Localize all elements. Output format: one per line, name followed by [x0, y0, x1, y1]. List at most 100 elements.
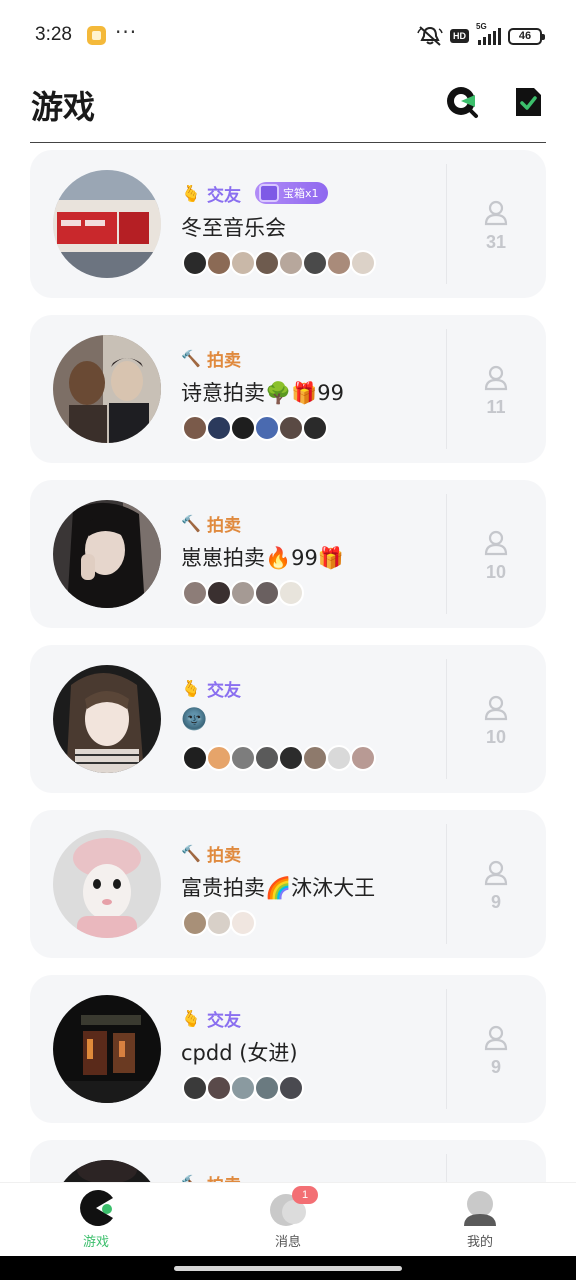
- member-avatar: [182, 580, 208, 606]
- member-avatar: [254, 745, 280, 771]
- card-divider: [446, 494, 447, 614]
- tab-messages[interactable]: 1 消息: [228, 1183, 348, 1257]
- auction-hammer-icon: 🔨: [181, 1174, 201, 1183]
- game-pacman-icon: [76, 1188, 116, 1228]
- room-tag-label: 拍卖: [207, 350, 241, 371]
- checkin-button[interactable]: [512, 85, 546, 119]
- member-avatar: [182, 910, 208, 936]
- room-avatar: [53, 830, 161, 938]
- person-icon: [484, 530, 508, 556]
- room-card[interactable]: 🔨 拍卖 富贵拍卖🌈沐沐大王 9: [30, 810, 546, 958]
- room-title: 🌚: [181, 707, 208, 731]
- online-count-number: 10: [485, 562, 507, 582]
- room-tag: 🔨 拍卖: [181, 840, 241, 866]
- card-divider: [446, 1154, 447, 1182]
- room-tag: 🔨 拍卖: [181, 510, 241, 536]
- member-avatar: [206, 1075, 232, 1101]
- room-title: cpdd (女进): [181, 1041, 298, 1065]
- muted-bell-icon: [417, 25, 443, 47]
- member-avatar: [302, 415, 328, 441]
- checkin-icon: [516, 88, 541, 116]
- status-time: 3:28: [35, 24, 72, 45]
- room-avatar: [53, 170, 161, 278]
- room-tag-label: 拍卖: [207, 845, 241, 866]
- social-tag-icon: 🫰: [181, 1008, 201, 1028]
- treasure-chest-icon: [259, 184, 279, 202]
- room-tag-label: 拍卖: [207, 515, 241, 536]
- room-tag: 🔨 拍卖: [181, 1170, 241, 1183]
- member-avatars: [182, 580, 304, 606]
- online-count-number: 9: [490, 892, 501, 912]
- unread-badge: 1: [292, 1186, 318, 1204]
- pacman-search-icon: [447, 87, 478, 118]
- member-avatars: [182, 910, 256, 936]
- battery-icon: 46: [508, 27, 545, 45]
- signal-icon: 5G: [476, 22, 501, 45]
- member-avatar: [254, 1075, 280, 1101]
- online-count-number: 9: [490, 1057, 501, 1077]
- member-avatars: [182, 1075, 304, 1101]
- social-tag-icon: 🫰: [181, 678, 201, 698]
- member-avatar: [278, 745, 304, 771]
- member-avatar: [278, 415, 304, 441]
- member-avatar: [302, 745, 328, 771]
- tab-profile[interactable]: 我的: [420, 1183, 540, 1257]
- status-indicators: HD 5G 46: [417, 22, 545, 47]
- profile-icon: [460, 1188, 500, 1228]
- room-card[interactable]: 🔨 拍卖 诗意拍卖🌳🎁99 11: [30, 315, 546, 463]
- member-avatar: [278, 580, 304, 606]
- member-avatar: [230, 415, 256, 441]
- room-tag-label: 交友: [207, 680, 241, 701]
- online-count-number: 10: [485, 727, 507, 747]
- member-avatar: [254, 580, 280, 606]
- header-divider: [30, 142, 546, 143]
- tab-game[interactable]: 游戏: [36, 1183, 156, 1257]
- more-notifications-icon: ···: [115, 20, 138, 44]
- card-divider: [446, 329, 447, 449]
- auction-hammer-icon: 🔨: [181, 843, 201, 863]
- hd-voice-badge: HD: [450, 29, 469, 43]
- online-count: 31: [470, 200, 522, 253]
- room-title: 诗意拍卖🌳🎁99: [181, 381, 345, 405]
- member-avatar: [278, 1075, 304, 1101]
- bottom-tab-bar: 游戏 1 消息 我的: [0, 1182, 576, 1256]
- online-count-number: 11: [486, 397, 506, 417]
- room-tag-label: 拍卖: [207, 1171, 241, 1183]
- person-icon: [484, 200, 508, 226]
- room-list[interactable]: 🫰 交友 宝箱x1 冬至音乐会 31 🔨 拍卖 诗意拍卖🌳🎁99 11 🔨 拍卖…: [30, 150, 546, 1182]
- member-avatar: [230, 745, 256, 771]
- member-avatars: [182, 250, 376, 276]
- room-card[interactable]: 🫰 交友 宝箱x1 冬至音乐会 31: [30, 150, 546, 298]
- member-avatar: [230, 910, 256, 936]
- search-room-button[interactable]: [445, 85, 479, 119]
- member-avatar: [326, 745, 352, 771]
- member-avatar: [278, 250, 304, 276]
- member-avatars: [182, 745, 376, 771]
- online-count: 9: [470, 860, 522, 913]
- notes-app-icon: [87, 26, 106, 45]
- status-bar: 3:28 ··· HD 5G 46: [0, 0, 576, 72]
- person-icon: [484, 860, 508, 886]
- member-avatar: [182, 1075, 208, 1101]
- online-count: 9: [470, 1025, 522, 1078]
- member-avatar: [230, 250, 256, 276]
- home-indicator[interactable]: [174, 1266, 402, 1271]
- room-card[interactable]: 🫰 交友 cpdd (女进) 9: [30, 975, 546, 1123]
- card-divider: [446, 989, 447, 1109]
- member-avatar: [206, 745, 232, 771]
- room-card[interactable]: 🔨 拍卖 崽崽拍卖🔥99🎁 10: [30, 480, 546, 628]
- treasure-chest-badge: 宝箱x1: [255, 182, 328, 204]
- room-title: 崽崽拍卖🔥99🎁: [181, 546, 345, 570]
- member-avatar: [182, 745, 208, 771]
- room-tag: 🔨 拍卖: [181, 345, 241, 371]
- room-avatar: [53, 335, 161, 443]
- member-avatar: [206, 415, 232, 441]
- room-avatar: [53, 1160, 161, 1182]
- member-avatar: [206, 580, 232, 606]
- room-card[interactable]: 🫰 交友 🌚 10: [30, 645, 546, 793]
- auction-hammer-icon: 🔨: [181, 348, 201, 368]
- room-title: 冬至音乐会: [181, 216, 286, 240]
- message-icon: 1: [268, 1186, 318, 1228]
- room-card[interactable]: 🔨 拍卖: [30, 1140, 546, 1182]
- room-tag-label: 交友: [207, 1010, 241, 1031]
